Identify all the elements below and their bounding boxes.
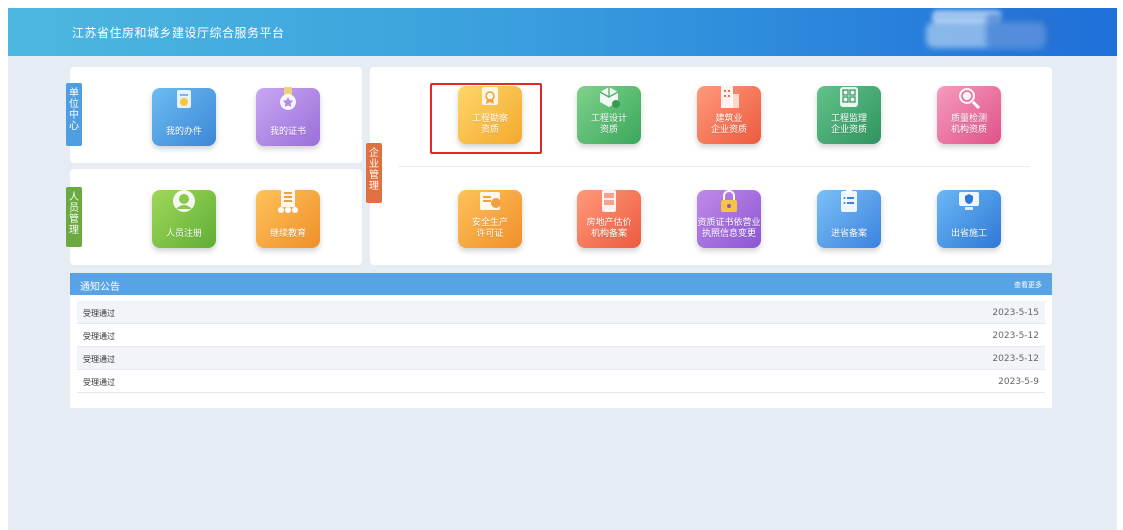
tile-label: 我的证书 (269, 127, 306, 137)
tile-quality-testing-qualification[interactable]: 质量检测 机构资质 (937, 86, 1001, 144)
tile-label: 工程监理 企业资质 (830, 114, 867, 135)
monitor-shield-icon (959, 192, 979, 210)
notice-text: 受理通过 (83, 309, 115, 318)
user-avatar-icon (173, 190, 195, 212)
notice-header: 通知公告 查看更多 (70, 273, 1052, 295)
tile-label: 建筑业 企业资质 (710, 114, 747, 135)
supervision-grid-icon (840, 87, 858, 107)
building-people-icon (278, 189, 298, 213)
notice-date: 2023-5-12 (992, 331, 1039, 341)
notice-item[interactable]: 受理通过 2023-5-9 (77, 370, 1045, 393)
tab-company-management[interactable]: 企业管理 (366, 143, 382, 203)
certificate-badge-icon (280, 87, 296, 110)
app-frame: 江苏省住房和城乡建设厅综合服务平台 单位中心 我的办件 我的证书 人员管理 人员… (8, 8, 1117, 530)
clipboard-list-icon (841, 189, 857, 212)
tile-supervision-qualification[interactable]: 工程监理 企业资质 (817, 86, 881, 144)
tile-label: 我的办件 (165, 127, 202, 137)
notice-title: 通知公告 (80, 282, 120, 293)
file-cabinet-icon (602, 190, 616, 212)
notice-item[interactable]: 受理通过 2023-5-12 (77, 347, 1045, 370)
notice-text: 受理通过 (83, 332, 115, 341)
notice-board: 通知公告 查看更多 受理通过 2023-5-15 受理通过 2023-5-12 … (70, 273, 1052, 408)
notice-text: 受理通过 (83, 378, 115, 387)
tile-out-of-province-construction[interactable]: 出省施工 (937, 190, 1001, 248)
notice-date: 2023-5-9 (998, 377, 1039, 387)
tile-design-qualification[interactable]: 工程设计 资质 (577, 86, 641, 144)
notice-date: 2023-5-12 (992, 354, 1039, 364)
tile-label: 安全生产 许可证 (471, 218, 508, 239)
magnifier-icon (959, 88, 981, 110)
tile-label: 房地产估价 机构备案 (586, 218, 632, 239)
tile-enter-province-filing[interactable]: 进省备案 (817, 189, 881, 248)
tile-continuing-education[interactable]: 继续教育 (256, 189, 320, 248)
notice-list: 受理通过 2023-5-15 受理通过 2023-5-12 受理通过 2023-… (77, 301, 1045, 393)
notice-text: 受理通过 (83, 355, 115, 364)
unit-center-panel: 单位中心 我的办件 我的证书 (66, 67, 362, 163)
user-avatar-blurred[interactable] (926, 8, 1056, 56)
tile-label: 人员注册 (165, 229, 202, 239)
tab-staff-management[interactable]: 人员管理 (66, 187, 82, 247)
tile-safety-production-license[interactable]: 安全生产 许可证 (458, 190, 522, 248)
tile-label: 资质证书依营业 执照信息变更 (697, 218, 761, 239)
tile-real-estate-appraisal-filing[interactable]: 房地产估价 机构备案 (577, 190, 641, 248)
notice-item[interactable]: 受理通过 2023-5-15 (77, 301, 1045, 324)
design-cube-icon (599, 87, 620, 108)
row-divider (398, 166, 1030, 167)
company-management-panel: 企业管理 工程勘察 资质 工程设计 资质 建筑业 企业资质 工程监理 企业资质 … (366, 67, 1052, 265)
header-bar: 江苏省住房和城乡建设厅综合服务平台 (8, 8, 1117, 56)
building-icon (721, 86, 739, 108)
view-more-link[interactable]: 查看更多 (1014, 280, 1042, 290)
tile-construction-qualification[interactable]: 建筑业 企业资质 (697, 86, 761, 144)
notice-date: 2023-5-15 (992, 308, 1039, 318)
notice-item[interactable]: 受理通过 2023-5-12 (77, 324, 1045, 347)
lock-certificate-icon (721, 190, 737, 212)
document-bell-icon (177, 90, 191, 108)
tile-label: 进省备案 (830, 229, 867, 239)
tile-certificate-license-change[interactable]: 资质证书依营业 执照信息变更 (697, 190, 761, 248)
tile-staff-registration[interactable]: 人员注册 (152, 190, 216, 248)
tile-my-certificates[interactable]: 我的证书 (256, 87, 320, 146)
tile-label: 继续教育 (269, 229, 306, 239)
tile-label: 出省施工 (950, 229, 987, 239)
app-title: 江苏省住房和城乡建设厅综合服务平台 (72, 26, 285, 40)
tile-my-cases[interactable]: 我的办件 (152, 88, 216, 146)
safety-folder-icon (480, 192, 501, 210)
tile-label: 工程设计 资质 (590, 114, 627, 135)
staff-management-panel: 人员管理 人员注册 继续教育 (66, 169, 362, 265)
highlight-box (430, 83, 542, 154)
tile-label: 质量检测 机构资质 (950, 114, 987, 135)
tab-unit-center[interactable]: 单位中心 (66, 83, 82, 146)
